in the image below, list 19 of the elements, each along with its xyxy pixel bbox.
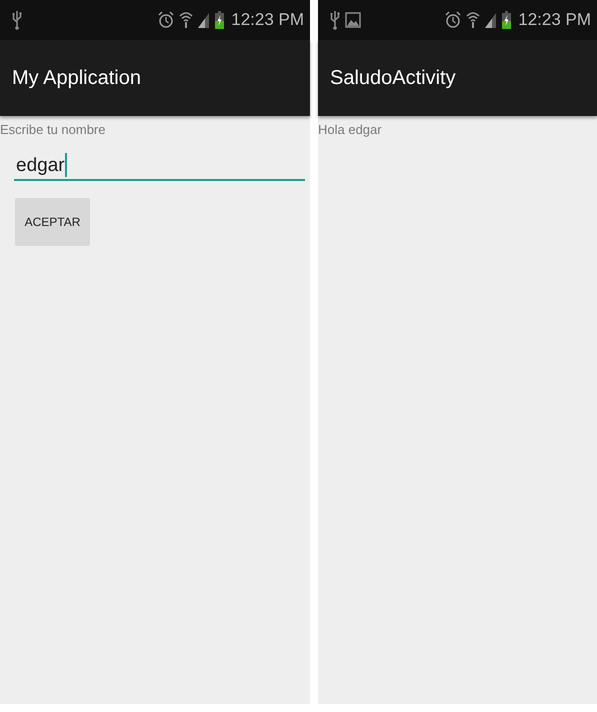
usb-icon — [330, 10, 340, 30]
alarm-clock-icon — [158, 11, 174, 29]
name-input-field[interactable]: edgar — [14, 151, 305, 181]
alarm-clock-icon — [445, 11, 462, 29]
wifi-icon — [466, 11, 480, 29]
image-icon — [345, 12, 361, 28]
text-label: Escribe tu nombre — [0, 122, 106, 137]
app-title: My Application — [12, 66, 141, 90]
clock-time: 12:23 PM — [231, 10, 304, 30]
app-title: SaludoActivity — [330, 66, 456, 90]
battery-charging-icon — [215, 11, 224, 29]
usb-icon — [12, 10, 22, 30]
battery-charging-icon — [502, 11, 512, 29]
accept-button[interactable]: ACEPTAR — [15, 198, 90, 246]
text-label: Hola edgar — [318, 122, 382, 137]
signal-icon — [485, 12, 498, 28]
wifi-icon — [179, 11, 194, 29]
signal-icon — [198, 12, 210, 28]
clock-time: 12:23 PM — [518, 10, 591, 30]
